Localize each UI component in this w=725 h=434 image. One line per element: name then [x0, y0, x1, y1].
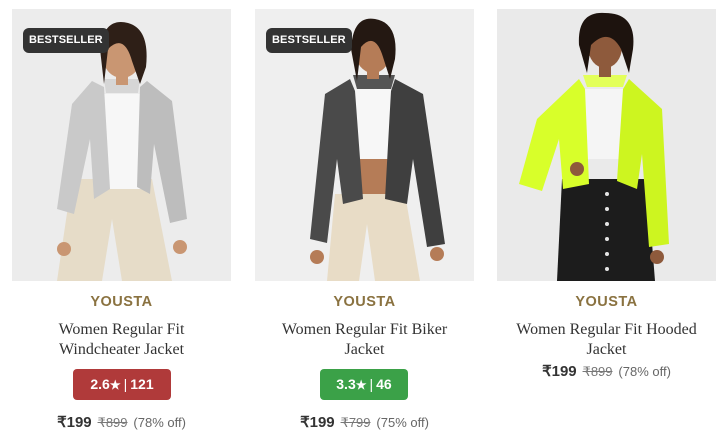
- original-price: ₹899: [97, 415, 128, 430]
- product-title-line: Jacket: [344, 341, 385, 358]
- rating-separator: |: [369, 376, 374, 392]
- price-block: ₹199 ₹899 (78% off): [12, 413, 231, 431]
- product-image[interactable]: BESTSELLER: [255, 9, 474, 281]
- rating-badge: 2.6★ | 121: [73, 369, 171, 400]
- product-image[interactable]: BESTSELLER: [12, 9, 231, 281]
- sale-price: ₹199: [300, 414, 335, 431]
- bestseller-badge: BESTSELLER: [266, 28, 352, 53]
- rating-count: 46: [376, 376, 392, 392]
- original-price: ₹899: [582, 364, 613, 379]
- sale-price: ₹199: [542, 363, 577, 380]
- brand-name: YOUSTA: [90, 294, 153, 310]
- price-block: ₹199 ₹799 (75% off): [255, 413, 474, 431]
- discount-label: (78% off): [133, 415, 186, 430]
- rating-value: 3.3: [336, 376, 356, 392]
- product-title[interactable]: Women Regular Fit Windcheater Jacket: [12, 320, 231, 360]
- price-block: ₹199 ₹899 (78% off): [497, 362, 716, 380]
- product-card[interactable]: BESTSELLER YOUSTA Women Regular Fit Bike…: [255, 0, 487, 434]
- product-title[interactable]: Women Regular Fit Biker Jacket: [255, 320, 474, 360]
- product-grid: BESTSELLER YOUSTA Women Regular Fit Wind…: [0, 0, 725, 434]
- original-price: ₹799: [340, 415, 371, 430]
- bestseller-badge: BESTSELLER: [23, 28, 109, 53]
- brand-name: YOUSTA: [333, 294, 396, 310]
- product-title[interactable]: Women Regular Fit Hooded Jacket: [497, 320, 716, 360]
- product-title-line: Women Regular Fit: [58, 321, 185, 338]
- sale-price: ₹199: [57, 414, 92, 431]
- product-card[interactable]: BESTSELLER YOUSTA Women Regular Fit Wind…: [12, 0, 244, 434]
- product-title-line: Jacket: [586, 341, 627, 358]
- product-title-line: Windcheater Jacket: [58, 341, 185, 358]
- product-title-line: Women Regular Fit Biker: [281, 321, 448, 338]
- rating-separator: |: [123, 376, 128, 392]
- product-image[interactable]: [497, 9, 716, 281]
- product-title-line: Women Regular Fit Hooded: [516, 321, 697, 338]
- discount-label: (78% off): [618, 364, 671, 379]
- product-card[interactable]: YOUSTA Women Regular Fit Hooded Jacket ₹…: [497, 0, 725, 434]
- rating-count: 121: [130, 376, 154, 392]
- rating-badge: 3.3★ | 46: [320, 369, 408, 400]
- star-icon: ★: [355, 378, 367, 392]
- star-icon: ★: [109, 378, 121, 392]
- discount-label: (75% off): [376, 415, 429, 430]
- model-photo: [497, 9, 716, 281]
- brand-name: YOUSTA: [575, 294, 638, 310]
- rating-value: 2.6: [90, 376, 110, 392]
